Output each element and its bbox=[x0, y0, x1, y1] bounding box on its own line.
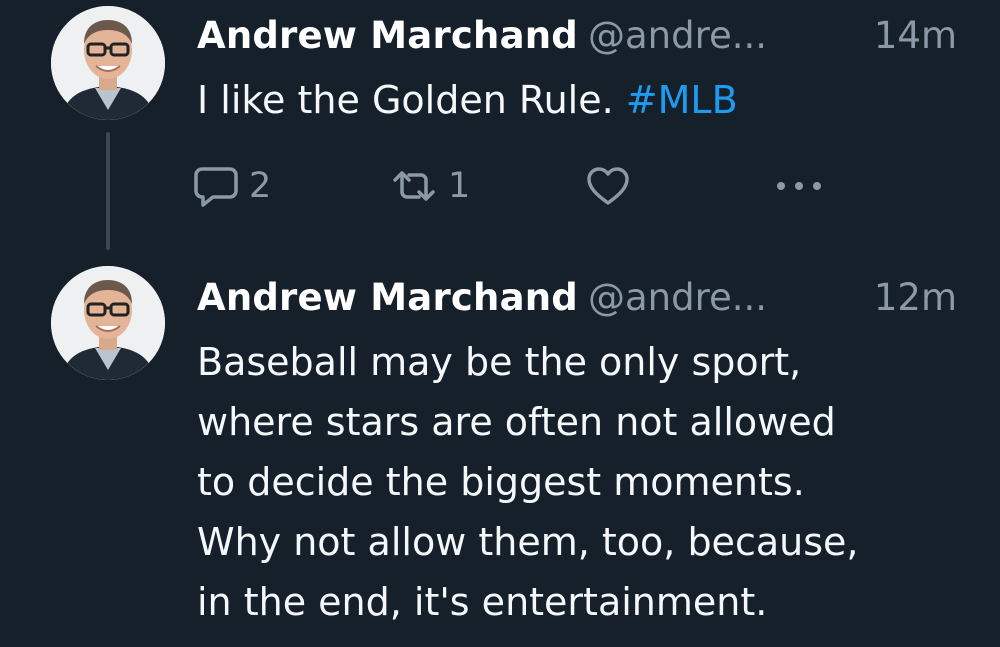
avatar[interactable] bbox=[51, 266, 165, 380]
tweet-actions: 2 1 bbox=[193, 163, 833, 209]
reply-icon bbox=[194, 167, 238, 207]
tweet-header: Andrew Marchand @andre... 12m bbox=[197, 275, 967, 321]
tweet-body: I like the Golden Rule. bbox=[197, 78, 614, 122]
display-name[interactable]: Andrew Marchand bbox=[197, 14, 578, 57]
tweet-text-line: to decide the biggest moments. bbox=[197, 460, 805, 504]
display-name[interactable]: Andrew Marchand bbox=[197, 276, 578, 319]
more-button[interactable] bbox=[773, 163, 825, 209]
like-button[interactable] bbox=[585, 163, 631, 209]
retweet-button[interactable]: 1 bbox=[390, 163, 470, 209]
avatar[interactable] bbox=[51, 6, 165, 120]
tweet-text: Baseball may be the only sport, where st… bbox=[197, 332, 987, 632]
tweet-text-line: in the end, it's entertainment. bbox=[197, 580, 768, 624]
tweet-text-line: Baseball may be the only sport, bbox=[197, 340, 802, 384]
retweet-count: 1 bbox=[448, 166, 471, 206]
handle[interactable]: @andre... bbox=[588, 14, 767, 57]
more-icon bbox=[777, 182, 821, 190]
timestamp[interactable]: 14m bbox=[874, 13, 957, 59]
heart-icon bbox=[587, 167, 629, 205]
timestamp[interactable]: 12m bbox=[874, 275, 957, 321]
tweet-text: I like the Golden Rule. #MLB bbox=[197, 70, 977, 130]
tweet[interactable]: Andrew Marchand @andre... 12m Baseball ma… bbox=[0, 262, 1000, 647]
avatar-photo bbox=[51, 6, 165, 120]
tweet-thread: Andrew Marchand @andre... 14m I like the … bbox=[0, 0, 1000, 647]
reply-button[interactable]: 2 bbox=[193, 163, 271, 209]
tweet-text-line: Why not allow them, too, because, bbox=[197, 520, 859, 564]
reply-count: 2 bbox=[249, 166, 272, 206]
tweet[interactable]: Andrew Marchand @andre... 14m I like the … bbox=[0, 0, 1000, 262]
thread-connector bbox=[106, 132, 110, 250]
handle[interactable]: @andre... bbox=[588, 276, 767, 319]
tweet-header: Andrew Marchand @andre... 14m bbox=[197, 13, 967, 59]
hashtag-link[interactable]: #MLB bbox=[626, 78, 738, 122]
retweet-icon bbox=[393, 171, 435, 201]
tweet-text-line: where stars are often not allowed bbox=[197, 400, 836, 444]
avatar-photo bbox=[51, 266, 165, 380]
